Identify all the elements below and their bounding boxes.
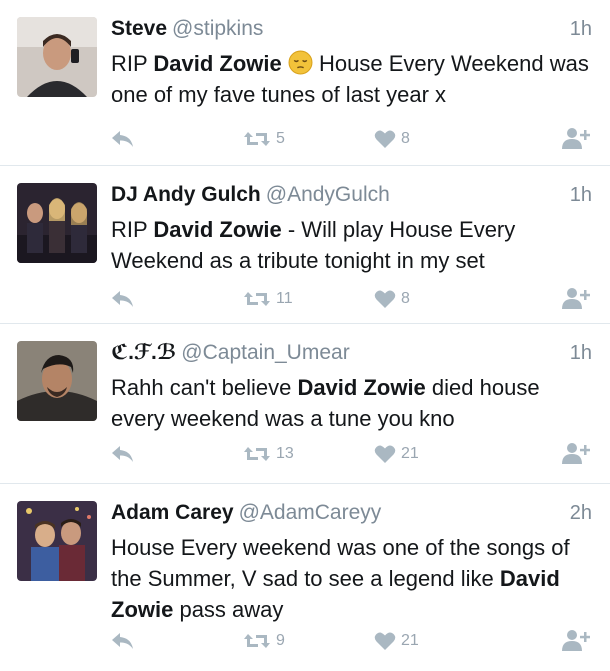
tweet-card[interactable]: ℭ.ℱ.ℬ @Captain_Umear 1h Rahh can't believ… — [0, 324, 610, 484]
avatar[interactable] — [17, 17, 97, 97]
timestamp[interactable]: 1h — [570, 180, 592, 210]
reply-icon — [110, 289, 136, 309]
retweet-count: 9 — [276, 632, 285, 649]
retweet-icon — [243, 631, 271, 651]
like-button[interactable]: 21 — [374, 439, 419, 469]
retweet-button[interactable]: 9 — [243, 626, 285, 656]
tweet-actions: 13 21 — [0, 439, 610, 469]
avatar[interactable] — [17, 341, 97, 421]
retweet-count: 11 — [276, 290, 293, 307]
follow-user-icon — [562, 287, 592, 311]
follow-user-icon — [562, 442, 592, 466]
like-count: 21 — [401, 632, 419, 649]
reply-icon — [110, 444, 136, 464]
tweet-header: Adam Carey @AdamCareyy 2h — [111, 498, 592, 528]
reply-button[interactable] — [110, 626, 136, 656]
heart-icon — [374, 289, 396, 309]
bold-mention: David Zowie — [153, 217, 282, 242]
user-name[interactable]: ℭ.ℱ.ℬ — [111, 341, 176, 364]
tweet-header: DJ Andy Gulch @AndyGulch 1h — [111, 180, 592, 210]
tweet-feed: Steve @stipkins 1h RIP David Zowie House … — [0, 0, 610, 671]
reply-button[interactable] — [110, 439, 136, 469]
reply-button[interactable] — [110, 124, 136, 154]
tweet-header: Steve @stipkins 1h — [111, 14, 592, 44]
heart-icon — [374, 129, 396, 149]
like-button[interactable]: 21 — [374, 626, 419, 656]
tweet-text-part: Rahh can't believe — [111, 375, 298, 400]
user-handle[interactable]: @AdamCareyy — [239, 501, 382, 524]
tweet-text-part: RIP — [111, 51, 154, 76]
retweet-button[interactable]: 11 — [243, 284, 293, 314]
retweet-button[interactable]: 13 — [243, 439, 294, 469]
tweet-text: House Every weekend was one of the songs… — [111, 532, 596, 625]
follow-button[interactable] — [562, 626, 592, 656]
tweet-text: RIP David Zowie House Every Weekend was … — [111, 48, 596, 110]
timestamp[interactable]: 1h — [570, 14, 592, 44]
avatar[interactable] — [17, 501, 97, 581]
avatar[interactable] — [17, 183, 97, 263]
tweet-text: RIP David Zowie - Will play House Every … — [111, 214, 596, 276]
bold-mention: David Zowie — [297, 375, 426, 400]
tweet-card[interactable]: Steve @stipkins 1h RIP David Zowie House … — [0, 0, 610, 166]
retweet-button[interactable]: 5 — [243, 124, 285, 154]
retweet-icon — [243, 129, 271, 149]
tweet-header: ℭ.ℱ.ℬ @Captain_Umear 1h — [111, 338, 592, 368]
like-button[interactable]: 8 — [374, 284, 410, 314]
timestamp[interactable]: 2h — [570, 498, 592, 528]
reply-button[interactable] — [110, 284, 136, 314]
tweet-actions: 11 8 — [0, 284, 610, 314]
heart-icon — [374, 631, 396, 651]
follow-user-icon — [562, 629, 592, 653]
like-button[interactable]: 8 — [374, 124, 410, 154]
tweet-card[interactable]: DJ Andy Gulch @AndyGulch 1h RIP David Zow… — [0, 166, 610, 324]
tweet-text-part: pass away — [173, 597, 284, 622]
user-handle[interactable]: @Captain_Umear — [181, 341, 349, 364]
follow-button[interactable] — [562, 124, 592, 154]
user-name[interactable]: Steve — [111, 17, 167, 40]
retweet-count: 13 — [276, 445, 294, 462]
reply-icon — [110, 631, 136, 651]
like-count: 21 — [401, 445, 419, 462]
follow-button[interactable] — [562, 439, 592, 469]
follow-user-icon — [562, 127, 592, 151]
tweet-actions: 9 21 — [0, 626, 610, 656]
pensive-face-icon — [288, 50, 313, 75]
bold-mention: David Zowie — [153, 51, 282, 76]
user-handle[interactable]: @stipkins — [172, 17, 263, 40]
reply-icon — [110, 129, 136, 149]
retweet-icon — [243, 444, 271, 464]
retweet-icon — [243, 289, 271, 309]
user-name[interactable]: DJ Andy Gulch — [111, 183, 261, 206]
like-count: 8 — [401, 290, 410, 307]
user-handle[interactable]: @AndyGulch — [266, 183, 390, 206]
like-count: 8 — [401, 130, 410, 147]
tweet-text: Rahh can't believe David Zowie died hous… — [111, 372, 596, 434]
user-name[interactable]: Adam Carey — [111, 501, 234, 524]
tweet-card[interactable]: Adam Carey @AdamCareyy 2h House Every wee… — [0, 484, 610, 671]
retweet-count: 5 — [276, 130, 285, 147]
timestamp[interactable]: 1h — [570, 338, 592, 368]
follow-button[interactable] — [562, 284, 592, 314]
heart-icon — [374, 444, 396, 464]
tweet-text-part: RIP — [111, 217, 154, 242]
tweet-actions: 5 8 — [0, 124, 610, 154]
